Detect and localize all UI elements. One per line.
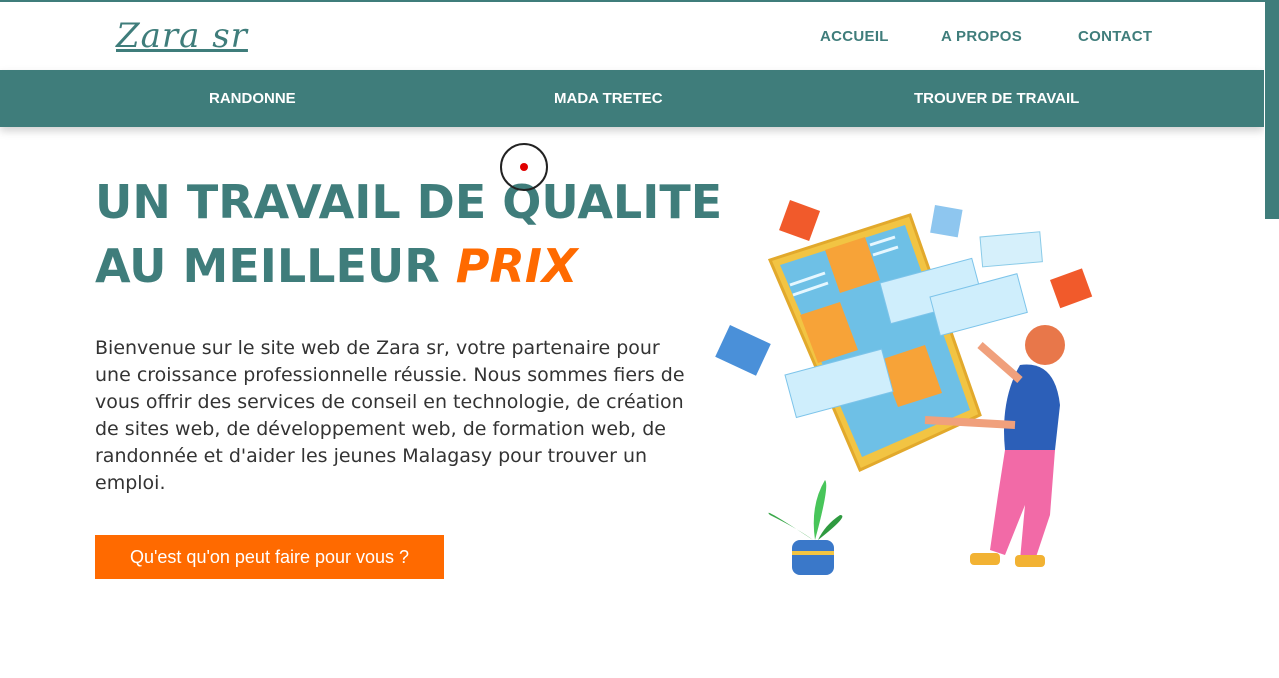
headline-line-1: UN TRAVAIL DE QUALITE <box>95 175 723 229</box>
subnav-trouver-de-travail[interactable]: TROUVER DE TRAVAIL <box>914 90 1079 107</box>
nav-a-propos[interactable]: A PROPOS <box>941 28 1022 45</box>
subnav-randonne[interactable]: RANDONNE <box>209 90 296 107</box>
hero-intro-text: Bienvenue sur le site web de Zara sr, vo… <box>95 337 685 494</box>
user-card-icon <box>930 205 963 238</box>
hero-headline: UN TRAVAIL DE QUALITE AU MEILLEUR PRIX <box>95 170 722 298</box>
potted-plant-graphic <box>768 480 843 575</box>
services-cta-button[interactable]: Qu'est qu'on peut faire pour vous ? <box>95 535 444 579</box>
cursor-dot <box>520 163 528 171</box>
site-logo[interactable]: Zara sr <box>116 16 248 56</box>
document-icon <box>1050 268 1093 309</box>
site-header: Zara sr ACCUEIL A PROPOS CONTACT <box>0 2 1264 70</box>
hero-illustration <box>715 200 1093 575</box>
headline-line-2: AU MEILLEUR <box>95 239 456 293</box>
nav-contact[interactable]: CONTACT <box>1078 28 1152 45</box>
subnav-mada-tretec[interactable]: MADA TRETEC <box>554 90 663 107</box>
scrollbar-thumb[interactable] <box>1265 2 1279 219</box>
secondary-nav: RANDONNE MADA TRETEC TROUVER DE TRAVAIL <box>0 70 1264 127</box>
kanban-board-graphic <box>767 213 982 473</box>
nav-accueil[interactable]: ACCUEIL <box>820 28 889 45</box>
headline-accent: PRIX <box>455 239 578 293</box>
check-badge-icon <box>779 200 821 242</box>
